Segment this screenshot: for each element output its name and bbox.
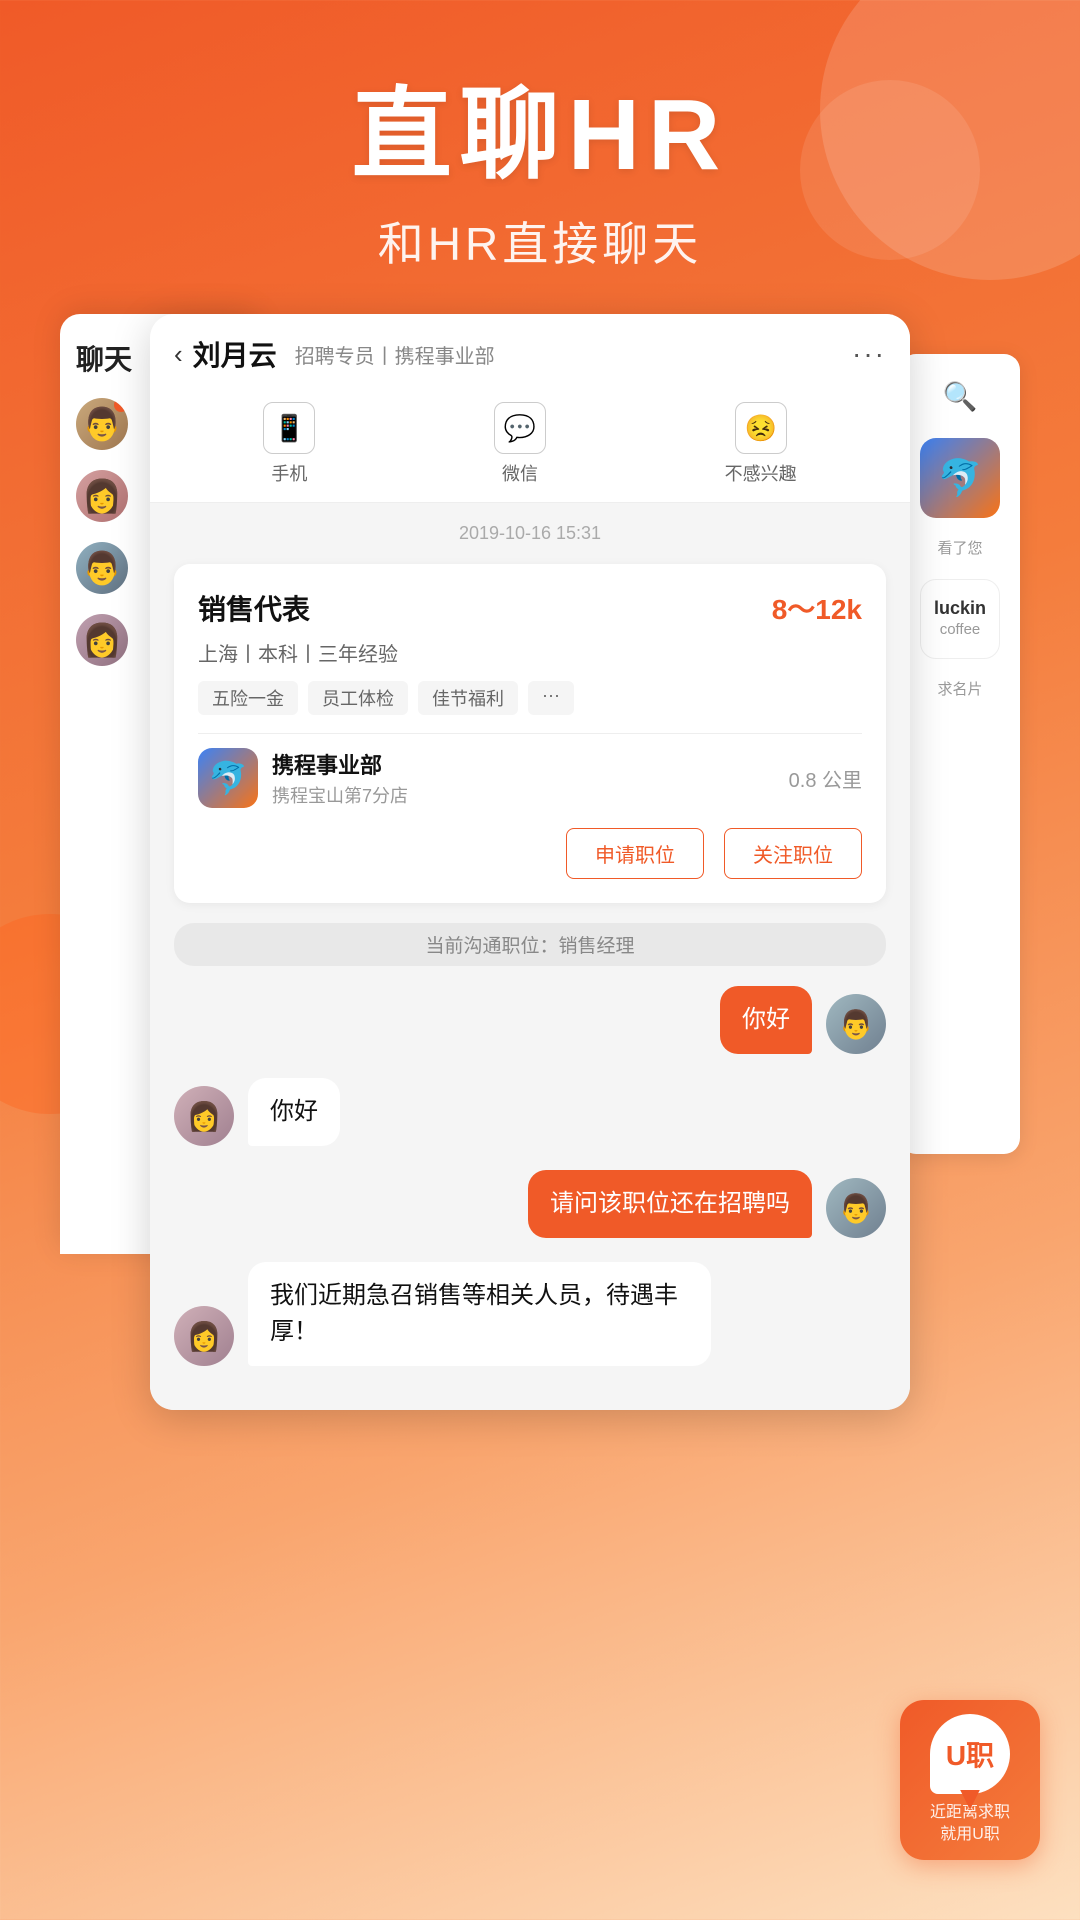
job-company-row: 🐬 携程事业部 携程宝山第7分店 0.8 公里 — [198, 748, 862, 808]
card-text: 求名片 — [937, 679, 982, 700]
back-button[interactable]: ‹ — [174, 339, 183, 370]
ujob-logo-text: U职 — [946, 1734, 994, 1774]
chat-timestamp: 2019-10-16 15:31 — [174, 523, 886, 544]
chat-header-left: ‹ 刘月云 招聘专员丨携程事业部 — [174, 334, 495, 374]
avatar: 👩 — [76, 614, 128, 666]
tag-more: ··· — [528, 681, 574, 715]
hero-section: 直聊HR 和HR直接聊天 — [0, 0, 1080, 334]
company-name: 携程事业部 — [272, 748, 408, 780]
action-phone[interactable]: 📱 手机 — [263, 402, 315, 486]
company-distance: 0.8 公里 — [789, 764, 862, 793]
wechat-label: 微信 — [502, 460, 538, 486]
job-title: 销售代表 — [198, 588, 310, 628]
viewed-text: 看了您 — [937, 538, 982, 559]
avatar: 👨 — [826, 1178, 886, 1238]
avatar: 👨 — [826, 994, 886, 1054]
ujob-logo: U职 — [930, 1714, 1010, 1794]
coffee-text: coffee — [934, 619, 986, 640]
main-chat-card: ‹ 刘月云 招聘专员丨携程事业部 ··· 📱 手机 💬 微信 — [150, 314, 910, 1410]
not-interested-icon: 😣 — [735, 402, 787, 454]
tag-insurance: 五险一金 — [198, 681, 298, 715]
action-not-interested[interactable]: 😣 不感兴趣 — [725, 402, 797, 486]
avatar: 👨 — [76, 398, 128, 450]
message-bubble-received: 你好 — [248, 1078, 340, 1146]
follow-button[interactable]: 关注职位 — [724, 828, 862, 879]
right-panel: 🔍 🐬 看了您 luckin coffee 求名片 — [900, 354, 1020, 1154]
action-wechat[interactable]: 💬 微信 — [494, 402, 546, 486]
company-logo: 🐬 — [198, 748, 258, 808]
search-icon[interactable]: 🔍 — [938, 374, 982, 418]
wechat-icon: 💬 — [494, 402, 546, 454]
message-bubble-sent: 你好 — [720, 986, 812, 1054]
hero-subtitle: 和HR直接聊天 — [0, 208, 1080, 274]
person-name: 刘月云 — [193, 334, 277, 374]
phone-icon: 📱 — [263, 402, 315, 454]
job-salary: 8～12k — [772, 588, 862, 628]
tag-holiday: 佳节福利 — [418, 681, 518, 715]
cards-wrapper: 聊天 👨 👩 👨 👩 — [30, 314, 1050, 1414]
company-branch: 携程宝山第7分店 — [272, 782, 408, 808]
ujob-badge[interactable]: U职 近距离求职 就用U职 — [900, 1700, 1040, 1860]
company-logo-right: 🐬 — [920, 438, 1000, 518]
hero-title: 直聊HR — [0, 80, 1080, 190]
job-card: 销售代表 8～12k 上海丨本科丨三年经验 五险一金 员工体检 佳节福利 ··· — [174, 564, 886, 903]
divider — [198, 733, 862, 734]
avatar: 👩 — [76, 470, 128, 522]
not-interested-label: 不感兴趣 — [725, 460, 797, 486]
apply-button[interactable]: 申请职位 — [566, 828, 704, 879]
company-details: 携程事业部 携程宝山第7分店 — [272, 748, 408, 808]
job-card-header: 销售代表 8～12k — [198, 588, 862, 628]
chat-body: 2019-10-16 15:31 销售代表 8～12k 上海丨本科丨三年经验 五… — [150, 503, 910, 1410]
chat-header: ‹ 刘月云 招聘专员丨携程事业部 ··· 📱 手机 💬 微信 — [150, 314, 910, 503]
cards-container: 聊天 👨 👩 👨 👩 — [0, 314, 1080, 1414]
job-tags: 五险一金 员工体检 佳节福利 ··· — [198, 681, 862, 715]
chat-actions: 📱 手机 💬 微信 😣 不感兴趣 — [174, 392, 886, 502]
avatar: 👩 — [174, 1086, 234, 1146]
message-bubble-received: 我们近期急召销售等相关人员，待遇丰厚！ — [248, 1262, 711, 1366]
avatar: 👨 — [76, 542, 128, 594]
message-row: 你好 👨 — [174, 986, 886, 1054]
tag-medical: 员工体检 — [308, 681, 408, 715]
company-info: 🐬 携程事业部 携程宝山第7分店 — [198, 748, 408, 808]
current-position-text: 当前沟通职位：销售经理 — [425, 931, 634, 958]
message-row: 请问该职位还在招聘吗 👨 — [174, 1170, 886, 1238]
message-row: 👩 我们近期急召销售等相关人员，待遇丰厚！ — [174, 1262, 886, 1366]
message-bubble-sent: 请问该职位还在招聘吗 — [528, 1170, 812, 1238]
job-card-actions: 申请职位 关注职位 — [198, 828, 862, 879]
coffee-logo: luckin coffee — [920, 579, 1000, 659]
chat-header-top: ‹ 刘月云 招聘专员丨携程事业部 ··· — [174, 334, 886, 374]
current-position-label: 当前沟通职位：销售经理 — [174, 923, 886, 966]
message-row: 👩 你好 — [174, 1078, 886, 1146]
more-button[interactable]: ··· — [852, 338, 886, 370]
job-meta: 上海丨本科丨三年经验 — [198, 638, 862, 667]
person-role: 招聘专员丨携程事业部 — [295, 340, 495, 369]
phone-label: 手机 — [271, 460, 307, 486]
avatar: 👩 — [174, 1306, 234, 1366]
